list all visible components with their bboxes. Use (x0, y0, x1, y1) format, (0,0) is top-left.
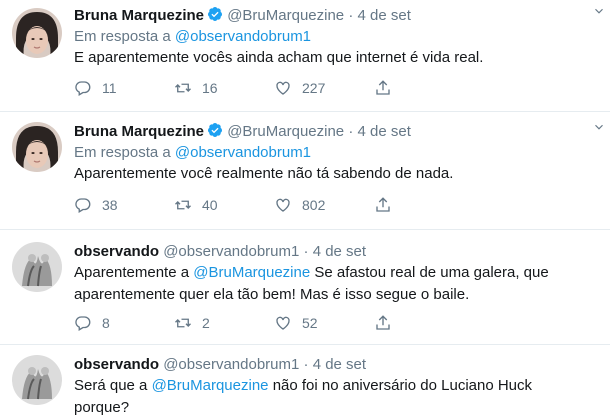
separator-dot: · (303, 356, 309, 373)
retweet-button[interactable]: 2 (174, 314, 274, 332)
reply-button[interactable]: 38 (74, 196, 174, 214)
tweet-text-line: Aparentemente a @BruMarquezine Se afasto… (74, 262, 602, 284)
like-button[interactable]: 227 (274, 79, 374, 97)
tweet-actions: 38 40 802 (74, 196, 474, 214)
retweet-button[interactable]: 40 (174, 196, 274, 214)
author-handle[interactable]: @observandobrum1 (163, 243, 299, 260)
like-count: 802 (302, 197, 326, 213)
reply-prefix: Em resposta a (74, 28, 171, 45)
like-button[interactable]: 802 (274, 196, 374, 214)
retweet-icon (175, 200, 191, 210)
tweet-text: Aparentemente a @BruMarquezine Se afasto… (74, 262, 602, 306)
tweet-text: Aparentemente você realmente não tá sabe… (74, 165, 454, 182)
separator-dot: · (303, 243, 309, 260)
share-button[interactable] (374, 314, 474, 332)
separator-dot: · (348, 123, 354, 140)
retweet-icon (175, 83, 191, 93)
tweet-header: Bruna Marquezine @BruMarquezine · 4 de s… (74, 6, 602, 26)
tweet-date[interactable]: 4 de set (358, 7, 411, 24)
reply-count: 38 (102, 197, 118, 213)
reply-icon (75, 198, 91, 213)
reply-icon (75, 316, 91, 331)
mention-link[interactable]: @BruMarquezine (193, 264, 310, 281)
tweet-date[interactable]: 4 de set (313, 243, 366, 260)
tweet-actions: 11 16 227 (74, 79, 474, 97)
verified-badge-icon (208, 123, 223, 137)
reply-count: 11 (102, 80, 117, 96)
retweet-button[interactable]: 16 (174, 79, 274, 97)
reply-prefix: Em resposta a (74, 144, 171, 161)
like-button[interactable]: 52 (274, 314, 374, 332)
text-segment: Será que a (74, 377, 148, 394)
author-handle[interactable]: @observandobrum1 (163, 356, 299, 373)
retweet-count: 2 (202, 315, 210, 331)
retweet-count: 16 (202, 80, 218, 96)
tweet-text: Será que a @BruMarquezine não foi no ani… (74, 375, 602, 419)
avatar-bruna[interactable] (12, 8, 62, 58)
like-icon (276, 198, 290, 212)
author-name[interactable]: observando (74, 356, 159, 373)
reply-mention-link[interactable]: @observandobrum1 (175, 28, 311, 45)
caret-down-icon[interactable] (592, 120, 606, 134)
share-icon (376, 197, 390, 212)
tweet-header: observando @observandobrum1 · 4 de set (74, 355, 602, 375)
tweet[interactable]: observando @observandobrum1 · 4 de set S… (0, 345, 610, 420)
tweet-header: Bruna Marquezine @BruMarquezine · 4 de s… (74, 122, 602, 142)
tweet-feed: Bruna Marquezine @BruMarquezine · 4 de s… (0, 0, 610, 420)
tweet[interactable]: observando @observandobrum1 · 4 de set A… (0, 230, 610, 345)
retweet-icon (175, 318, 191, 328)
share-icon (376, 315, 390, 330)
author-name[interactable]: Bruna Marquezine (74, 123, 204, 140)
caret-down-icon[interactable] (592, 4, 606, 18)
tweet-header: observando @observandobrum1 · 4 de set (74, 242, 602, 262)
avatar-observando[interactable] (12, 242, 62, 292)
tweet-text-line: aparentemente quer ela tão bem! Mas é is… (74, 286, 470, 303)
verified-badge-icon (208, 7, 223, 21)
text-segment: Aparentemente a (74, 264, 190, 281)
author-handle[interactable]: @BruMarquezine (227, 7, 344, 24)
reply-button[interactable]: 11 (74, 79, 174, 97)
text-segment: Se afastou real de uma galera, que (314, 264, 549, 281)
like-icon (276, 81, 290, 95)
reply-mention-link[interactable]: @observandobrum1 (175, 144, 311, 161)
share-icon (376, 80, 390, 95)
separator-dot: · (348, 7, 354, 24)
text-segment: não foi no aniversário do Luciano Huck (272, 377, 533, 394)
tweet-date[interactable]: 4 de set (358, 123, 411, 140)
tweet-text-line: porque? (74, 399, 130, 416)
share-button[interactable] (374, 79, 474, 97)
mention-link[interactable]: @BruMarquezine (152, 377, 269, 394)
reply-icon (75, 81, 91, 96)
tweet[interactable]: Bruna Marquezine @BruMarquezine · 4 de s… (0, 0, 610, 112)
share-button[interactable] (374, 196, 474, 214)
tweet-actions: 8 2 52 (74, 314, 474, 332)
like-count: 52 (302, 315, 318, 331)
avatar-bruna[interactable] (12, 122, 62, 172)
author-name[interactable]: observando (74, 243, 159, 260)
tweet-date[interactable]: 4 de set (313, 356, 366, 373)
avatar-observando[interactable] (12, 355, 62, 405)
reply-count: 8 (102, 315, 110, 331)
reply-context: Em resposta a @observandobrum1 (74, 26, 602, 47)
reply-context: Em resposta a @observandobrum1 (74, 142, 602, 163)
like-count: 227 (302, 80, 326, 96)
tweet-text-line: Será que a @BruMarquezine não foi no ani… (74, 375, 602, 397)
tweet-text: E aparentemente vocês ainda acham que in… (74, 49, 484, 66)
author-name[interactable]: Bruna Marquezine (74, 7, 204, 24)
retweet-count: 40 (202, 197, 218, 213)
reply-button[interactable]: 8 (74, 314, 174, 332)
author-handle[interactable]: @BruMarquezine (227, 123, 344, 140)
like-icon (276, 316, 290, 330)
tweet[interactable]: Bruna Marquezine @BruMarquezine · 4 de s… (0, 112, 610, 230)
